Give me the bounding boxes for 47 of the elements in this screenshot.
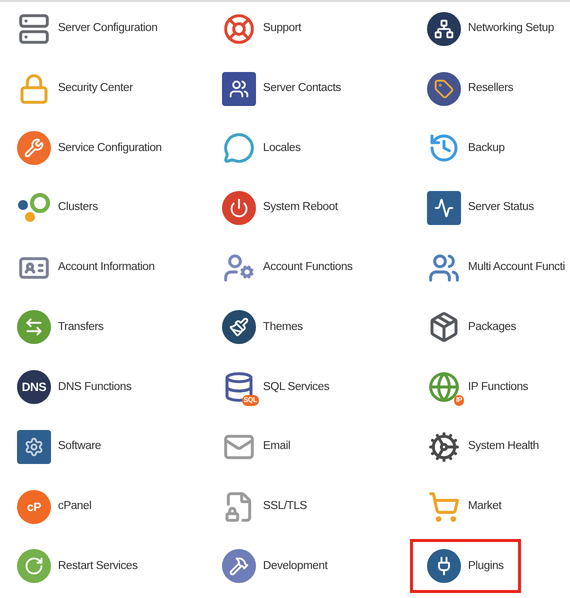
lifebuoy-icon (222, 12, 256, 46)
menu-link[interactable]: Networking Setup (410, 2, 570, 56)
speech-bubble-icon (222, 131, 256, 166)
menu-link[interactable]: Market (410, 480, 518, 534)
menu-link[interactable]: Server Status (410, 181, 551, 236)
cart-icon (427, 490, 461, 524)
menu-link[interactable]: Account Information (0, 240, 172, 295)
window-gear-icon (17, 430, 51, 464)
menu-link[interactable]: System Health (410, 420, 556, 474)
dns-icon: DNS (17, 370, 51, 404)
menu-link[interactable]: Resellers (410, 62, 530, 116)
server-icon (17, 12, 51, 46)
menu-link[interactable]: Software (0, 420, 118, 474)
menu-link[interactable]: Locales (205, 121, 318, 176)
menu-link[interactable]: DNS DNS Functions (0, 360, 148, 414)
tag-icon (427, 72, 461, 106)
hammer-icon (222, 549, 256, 584)
plug-icon (427, 549, 461, 584)
monitor-icon (427, 191, 461, 226)
menu-link[interactable]: cP cPanel (0, 480, 108, 534)
menu-link[interactable]: Transfers (0, 300, 120, 354)
power-icon (222, 191, 256, 226)
menu-link[interactable]: Backup (410, 121, 522, 176)
menu-link[interactable]: SSL/TLS (205, 480, 324, 534)
menu-link[interactable]: System Reboot (205, 181, 355, 236)
wrench-icon (17, 131, 51, 166)
cpanel-icon: cP (17, 490, 51, 524)
menu-link[interactable]: Packages (410, 300, 534, 354)
menu-link[interactable]: Plugins (410, 539, 521, 594)
arrows-icon (17, 310, 51, 344)
menu-link[interactable]: Clusters (0, 181, 115, 236)
menu-link[interactable]: Themes (205, 300, 320, 354)
menu-link[interactable]: Server Configuration (0, 2, 174, 56)
people-icon (222, 72, 256, 106)
restart-icon (17, 549, 51, 584)
menu-link[interactable]: Restart Services (0, 539, 155, 594)
menu-link[interactable]: Account Functions (205, 240, 370, 295)
menu-link[interactable]: Email (205, 420, 308, 474)
menu-link[interactable]: Service Configuration (0, 121, 179, 176)
menu-link[interactable]: Development (205, 539, 344, 594)
paintbrush-icon (222, 310, 256, 344)
menu-link[interactable]: Server Contacts (205, 62, 358, 116)
gear-icon (427, 430, 461, 464)
menu-link[interactable]: Multi Account Functi (410, 240, 570, 295)
network-icon (427, 12, 461, 46)
menu-link[interactable]: Support (205, 2, 318, 56)
menu-link[interactable]: Security Center (0, 62, 150, 116)
